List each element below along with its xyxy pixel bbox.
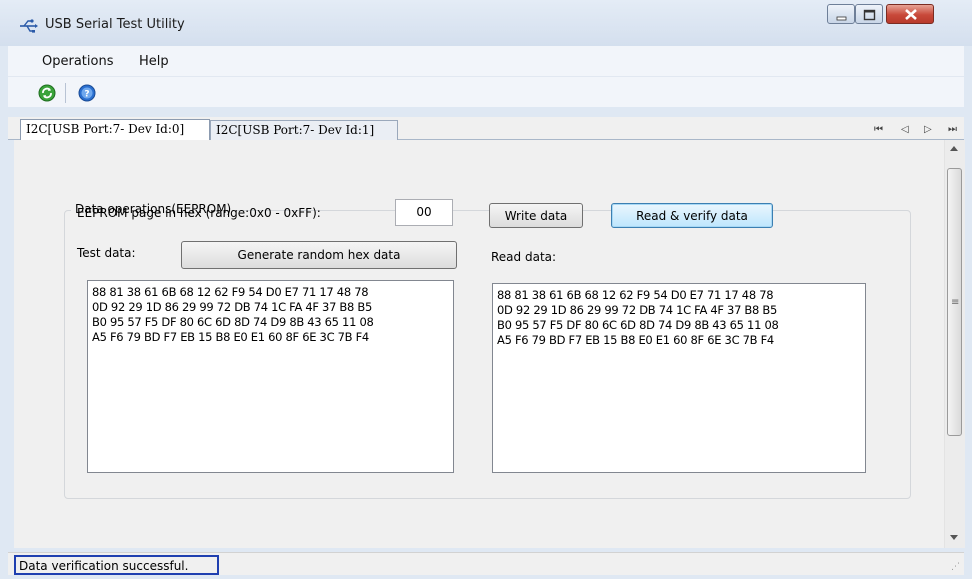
tab-next-icon[interactable]: ▷ [924,124,932,135]
resize-grip-icon[interactable]: ⋰ [951,562,960,572]
maximize-icon [863,9,876,21]
svg-text:?: ? [84,90,89,100]
read-verify-button[interactable]: Read & verify data [611,203,773,228]
generate-random-button[interactable]: Generate random hex data [181,241,457,269]
tab-strip: I2C[USB Port:7- Dev Id:0] I2C[USB Port:7… [8,117,964,141]
window-title: USB Serial Test Utility [45,17,185,32]
tab-dev-0[interactable]: I2C[USB Port:7- Dev Id:0] [20,119,210,141]
minimize-button[interactable] [827,4,855,24]
page-label: EEPROM page in hex (range:0x0 - 0xFF): [77,206,321,220]
test-data-label: Test data: [77,246,136,260]
vertical-scrollbar[interactable]: ≡ [944,140,965,548]
tab-last-icon[interactable]: ⏭ [948,124,957,135]
app-window: USB Serial Test Utility Operations Help [0,0,972,579]
test-data-textarea[interactable]: 88 81 38 61 6B 68 12 62 F9 54 D0 E7 71 1… [87,280,454,473]
help-icon[interactable]: ? [78,84,96,102]
write-data-button[interactable]: Write data [489,203,583,228]
scroll-thumb[interactable]: ≡ [947,168,962,436]
read-data-textarea[interactable]: 88 81 38 61 6B 68 12 62 F9 54 D0 E7 71 1… [492,283,866,473]
tab-dev-1[interactable]: I2C[USB Port:7- Dev Id:1] [210,120,398,140]
toolbar-separator [65,83,66,103]
status-message: Data verification successful. [14,555,219,575]
tab-first-icon[interactable]: ⏮ [874,124,883,135]
tab-content: Data operations(EEPROM) EEPROM page in h… [14,140,944,548]
tab-prev-icon[interactable]: ◁ [901,124,909,135]
minimize-icon [836,16,847,21]
menu-help[interactable]: Help [139,54,169,69]
menu-bar: Operations Help [8,46,964,76]
maximize-button[interactable] [855,4,883,24]
usb-app-icon [19,18,39,34]
menu-operations[interactable]: Operations [42,54,113,69]
page-hex-input[interactable]: 00 [395,199,453,226]
scroll-up-icon[interactable] [950,146,958,151]
read-data-label: Read data: [491,250,557,264]
title-bar[interactable]: USB Serial Test Utility [0,0,972,46]
toolbar: ? [8,76,964,107]
scroll-down-icon[interactable] [950,535,958,540]
scroll-grip-icon: ≡ [951,297,960,308]
refresh-icon[interactable] [38,84,56,102]
close-icon [905,9,917,20]
close-button[interactable] [886,4,934,24]
status-bar: Data verification successful. ⋰ [8,552,964,575]
